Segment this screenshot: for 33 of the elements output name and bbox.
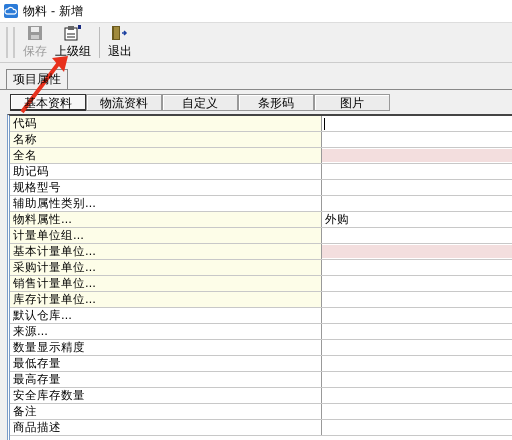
field-label: 默认仓库... [10, 308, 322, 323]
door-icon [111, 25, 129, 41]
field-label: 安全库存数量 [10, 388, 322, 403]
tab[interactable]: 图片 [314, 94, 390, 111]
field-label: 来源... [10, 324, 322, 339]
field-label: 物料属性... [10, 212, 322, 227]
tab[interactable]: 条形码 [238, 94, 314, 111]
field-label: 规格型号 [10, 180, 322, 195]
field-label: 备注 [10, 404, 322, 419]
toolbar-grip[interactable] [6, 27, 15, 58]
field-label: 最高存量 [10, 372, 322, 387]
field-label: 库存计量单位... [10, 292, 322, 307]
field-label: 商品描述 [10, 420, 322, 435]
field-label: 辅助属性类别... [10, 196, 322, 211]
field-label: 代码 [10, 116, 322, 131]
toolbar-button[interactable]: 退出 [105, 25, 135, 60]
tab[interactable]: 物流资料 [86, 94, 162, 111]
clipboard-icon [64, 25, 82, 41]
field-label: 采购计量单位... [10, 260, 322, 275]
field-label: 数量显示精度 [10, 340, 322, 355]
value-cell[interactable] [322, 245, 512, 258]
field-label: 销售计量单位... [10, 276, 322, 291]
window-title: 物料 - 新增 [23, 2, 83, 20]
field-label: 基本计量单位... [10, 244, 322, 259]
field-label: 全名 [10, 148, 322, 163]
field-label: 计量单位组... [10, 228, 322, 243]
field-label: 最低存量 [10, 356, 322, 371]
save-icon [27, 25, 43, 41]
field-label: 助记码 [10, 164, 322, 179]
tab[interactable]: 自定义 [162, 94, 238, 111]
value-cell[interactable] [322, 149, 512, 162]
field-label: 名称 [10, 132, 322, 147]
app-icon [4, 4, 18, 18]
